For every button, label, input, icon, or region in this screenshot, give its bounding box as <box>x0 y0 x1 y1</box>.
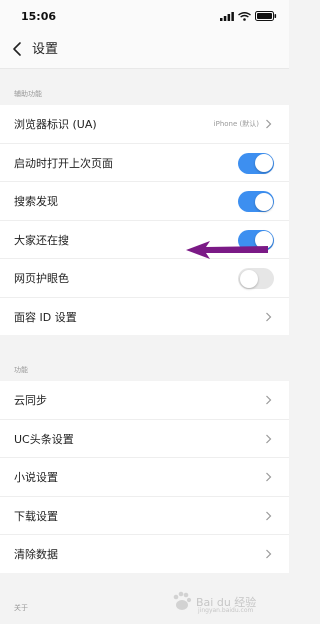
section-label-about: 关于 <box>14 604 28 612</box>
setting-row-search-discovery: 搜索发现 <box>0 182 289 221</box>
setting-label: 启动时打开上次页面 <box>14 156 113 170</box>
battery-icon <box>255 11 277 21</box>
signal-icon <box>220 11 234 21</box>
settings-list-features: 云同步 UC头条设置 小说设置 下载设置 清除数据 <box>0 381 289 573</box>
settings-list-accessibility: 浏览器标识 (UA) iPhone (默认) 启动时打开上次页面 搜索发现 大家… <box>0 105 289 335</box>
chevron-right-icon <box>266 549 272 559</box>
section-label-accessibility: 辅助功能 <box>14 90 42 98</box>
status-time: 15:06 <box>21 10 57 23</box>
setting-label: 网页护眼色 <box>14 272 69 285</box>
toggle-knob <box>239 269 258 288</box>
status-bar: 15:06 <box>0 0 289 32</box>
setting-label: 浏览器标识 (UA) <box>14 118 97 131</box>
setting-label: 小说设置 <box>14 471 58 484</box>
setting-row-uc-headlines[interactable]: UC头条设置 <box>0 420 289 458</box>
page-title: 设置 <box>32 42 59 57</box>
chevron-right-icon <box>266 472 272 482</box>
toggle-switch[interactable] <box>238 152 274 174</box>
toggle-knob <box>254 154 273 172</box>
setting-label: 清除数据 <box>14 548 58 561</box>
back-icon[interactable] <box>6 36 28 62</box>
setting-label: 搜索发现 <box>14 195 58 208</box>
setting-row-user-agent[interactable]: 浏览器标识 (UA) iPhone (默认) <box>0 105 289 144</box>
setting-row-restore-last-page: 启动时打开上次页面 <box>0 144 289 182</box>
setting-value: iPhone (默认) <box>213 120 259 128</box>
section-label-features: 功能 <box>14 366 28 374</box>
setting-label: UC头条设置 <box>14 432 74 446</box>
chevron-right-icon <box>266 434 272 443</box>
setting-row-novel[interactable]: 小说设置 <box>0 458 289 497</box>
status-icons <box>220 11 277 21</box>
setting-row-download[interactable]: 下载设置 <box>0 497 289 535</box>
watermark-subtext: jingyan.baidu.com <box>198 607 254 614</box>
annotation-arrow-icon <box>186 241 268 259</box>
chevron-right-icon <box>266 511 272 520</box>
wifi-icon <box>238 11 251 21</box>
setting-row-clear-data[interactable]: 清除数据 <box>0 535 289 573</box>
setting-label: 下载设置 <box>14 509 58 523</box>
toggle-switch[interactable] <box>238 268 274 289</box>
chevron-right-icon <box>266 312 272 321</box>
chevron-right-icon <box>266 395 272 405</box>
setting-label: 大家还在搜 <box>14 233 69 247</box>
setting-row-cloud-sync[interactable]: 云同步 <box>0 381 289 420</box>
setting-label: 云同步 <box>14 394 47 407</box>
setting-label: 面容 ID 设置 <box>14 310 77 324</box>
chevron-right-icon <box>266 119 272 129</box>
toggle-switch[interactable] <box>238 191 274 212</box>
navigation-bar: 设置 <box>0 32 289 69</box>
setting-row-eye-care-color: 网页护眼色 <box>0 259 289 298</box>
setting-row-face-id[interactable]: 面容 ID 设置 <box>0 298 289 336</box>
toggle-knob <box>254 192 273 211</box>
